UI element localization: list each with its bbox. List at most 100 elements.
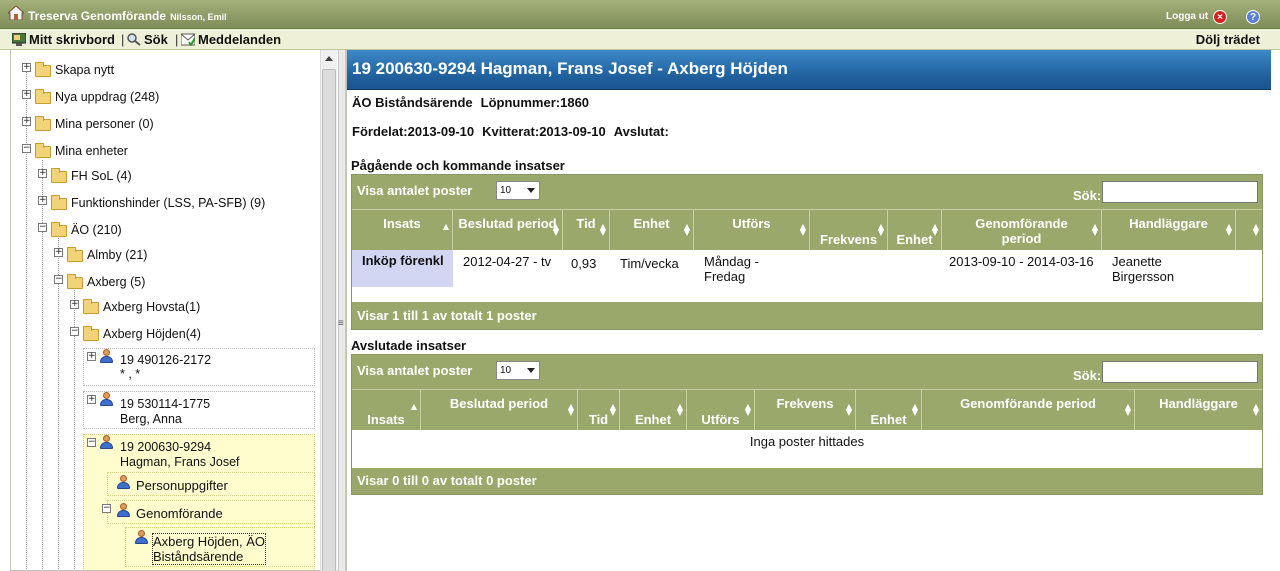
column-header[interactable]: Beslutad period ▲ ▼ xyxy=(421,390,578,430)
tree-item-create-new[interactable]: + Skapa nytt xyxy=(11,61,311,83)
tree-item-new-assignments[interactable]: + Nya uppdrag (248) xyxy=(11,88,311,110)
expand-icon[interactable]: + xyxy=(22,117,31,126)
column-header[interactable]: Insats ▲ xyxy=(352,390,421,430)
collapse-icon[interactable]: − xyxy=(70,327,79,336)
column-header[interactable]: Enhet ▲ ▼ xyxy=(888,210,942,250)
person-icon xyxy=(99,349,113,363)
expand-icon[interactable]: + xyxy=(54,248,63,257)
search-icon xyxy=(127,33,141,46)
column-header[interactable]: Enhet ▲ ▼ xyxy=(856,390,922,430)
person-id: 19 200630-9294 xyxy=(120,440,212,454)
column-header[interactable]: Enhet ▲ ▼ xyxy=(620,390,687,430)
desktop-button[interactable]: Mitt skrivbord xyxy=(12,32,115,47)
collapse-icon[interactable]: − xyxy=(22,144,31,153)
case-line-1: Axberg Höjden, ÄO xyxy=(153,534,266,549)
column-header[interactable]: Insats ▲ xyxy=(352,210,453,250)
page-size-select[interactable]: 10 xyxy=(496,361,540,380)
sort-icon: ▲ ▼ xyxy=(845,402,852,417)
tree-item-label: Skapa nytt xyxy=(55,63,115,77)
person-icon xyxy=(116,475,130,489)
page-size-value: 10 xyxy=(500,185,512,196)
kvitterat-label: Kvitterat: xyxy=(482,124,540,139)
sort-icon: ▲ ▼ xyxy=(567,402,574,417)
sort-icon: ▲ xyxy=(442,222,449,231)
tree-item-label: Mina enheter xyxy=(55,144,128,158)
scroll-up-arrow-icon[interactable] xyxy=(325,56,333,61)
column-header[interactable]: Frekvens ▲ ▼ xyxy=(810,210,888,250)
tree-item-personuppgifter[interactable]: Personuppgifter xyxy=(107,472,315,496)
column-header[interactable]: Handläggare ▲ ▼ xyxy=(1135,390,1262,430)
show-count-label: Visa antalet poster xyxy=(357,363,473,378)
collapse-icon[interactable]: − xyxy=(87,438,96,447)
folder-icon xyxy=(35,116,51,131)
case-dates-line: Fördelat:2013-09-10 Kvitterat:2013-09-10 A… xyxy=(352,124,677,139)
column-header[interactable]: ▲ ▼ xyxy=(1236,210,1262,250)
page-size-select[interactable]: 10 xyxy=(496,181,540,200)
sort-icon: ▲ ▼ xyxy=(552,222,559,237)
column-header[interactable]: Genomförande period ▲ ▼ xyxy=(942,210,1102,250)
expand-icon[interactable]: + xyxy=(70,300,79,309)
hide-tree-link[interactable]: Dölj trädet xyxy=(1196,32,1260,47)
splitter-grip-icon[interactable]: ≡ xyxy=(338,318,344,329)
expand-icon[interactable]: + xyxy=(38,169,47,178)
tree-item-my-persons[interactable]: + Mina personer (0) xyxy=(11,115,311,137)
pane-splitter[interactable]: ≡ xyxy=(338,50,346,571)
tree-item-fh-sol[interactable]: + FH SoL (4) xyxy=(11,167,311,189)
messages-button[interactable]: Meddelanden xyxy=(181,32,281,47)
finished-footer: Visar 0 till 0 av totalt 0 poster xyxy=(357,473,537,488)
toolbar-separator: | xyxy=(175,32,179,47)
case-info-line: ÄO Biståndsärende Löpnummer:1860 xyxy=(352,95,597,110)
sort-icon: ▲ ▼ xyxy=(683,222,690,237)
person-icon xyxy=(99,392,113,406)
search-input[interactable] xyxy=(1102,361,1258,383)
tree-item-almby[interactable]: + Almby (21) xyxy=(11,246,311,268)
collapse-icon[interactable]: − xyxy=(102,504,111,513)
case-line-2: Biståndsärende xyxy=(153,549,244,564)
logout-icon[interactable]: × xyxy=(1213,10,1227,24)
folder-icon xyxy=(67,247,83,262)
logout-link[interactable]: Logga ut xyxy=(1166,11,1208,22)
tree-item-axberg-hovsta[interactable]: + Axberg Hovsta(1) xyxy=(11,298,311,320)
tree-item-label: Axberg Hovsta(1) xyxy=(103,300,201,314)
column-header[interactable]: Enhet ▲ ▼ xyxy=(610,210,694,250)
help-icon[interactable]: ? xyxy=(1246,10,1260,24)
tree-item-funktionshinder[interactable]: + Funktionshinder (LSS, PA-SFB) (9) xyxy=(11,194,311,216)
home-icon[interactable] xyxy=(8,6,24,20)
show-count-label: Visa antalet poster xyxy=(357,183,473,198)
column-header[interactable]: Tid ▲ ▼ xyxy=(578,390,620,430)
column-header[interactable]: Frekvens ▲ ▼ xyxy=(755,390,856,430)
collapse-icon[interactable]: − xyxy=(54,275,63,284)
expand-icon[interactable]: + xyxy=(87,395,96,404)
column-header[interactable]: Genomförande period ▲ ▼ xyxy=(922,390,1135,430)
cell-insats[interactable]: Inköp förenkl xyxy=(352,250,453,287)
table-header: Insats ▲ Beslutad period ▲ ▼ Tid ▲ ▼ Enhet ▲ ▼ … xyxy=(352,209,1262,250)
expand-icon[interactable]: + xyxy=(87,352,96,361)
tree-item-label: Personuppgifter xyxy=(136,478,228,493)
tree-item-axberg[interactable]: − Axberg (5) xyxy=(11,273,311,295)
expand-icon[interactable]: + xyxy=(22,63,31,72)
tree-person-item[interactable]: + 19 530114-1775 Berg, Anna xyxy=(83,391,315,429)
tree-scrollbar[interactable] xyxy=(320,50,337,571)
person-id: 19 530114-1775 xyxy=(120,397,211,411)
collapse-icon[interactable]: − xyxy=(38,223,47,232)
cell-genomforande-period: 2013-09-10 - 2014-03-16 xyxy=(949,254,1094,269)
ongoing-table-body: Inköp förenkl 2012-04-27 - tv 0,93 Tim/v… xyxy=(352,250,1262,302)
column-header[interactable]: Utförs ▲ ▼ xyxy=(694,210,810,250)
column-header[interactable]: Tid ▲ ▼ xyxy=(563,210,610,250)
fordelat-value: 2013-09-10 xyxy=(407,124,475,139)
tree-item-case[interactable]: Axberg Höjden, ÄO Biståndsärende xyxy=(125,527,315,567)
tree-item-ao[interactable]: − ÄO (210) xyxy=(11,221,311,243)
tree-person-item[interactable]: + 19 490126-2172 * , * xyxy=(83,348,315,386)
column-header[interactable]: Utförs ▲ ▼ xyxy=(687,390,755,430)
column-header[interactable]: Handläggare ▲ ▼ xyxy=(1102,210,1236,250)
search-button[interactable]: Sök xyxy=(127,32,168,47)
column-header[interactable]: Beslutad period ▲ ▼ xyxy=(453,210,563,250)
search-input[interactable] xyxy=(1102,181,1258,203)
expand-icon[interactable]: + xyxy=(38,196,47,205)
tree-item-genomforande[interactable]: − Genomförande xyxy=(102,500,315,524)
tree-item-axberg-hojden[interactable]: − Axberg Höjden(4) xyxy=(11,325,311,347)
scrollbar-thumb[interactable] xyxy=(322,69,336,571)
ongoing-table-panel: Visa antalet poster 10 Sök: Insats ▲ Besl… xyxy=(351,174,1263,330)
expand-icon[interactable]: + xyxy=(22,90,31,99)
tree-item-my-units[interactable]: − Mina enheter xyxy=(11,142,311,164)
